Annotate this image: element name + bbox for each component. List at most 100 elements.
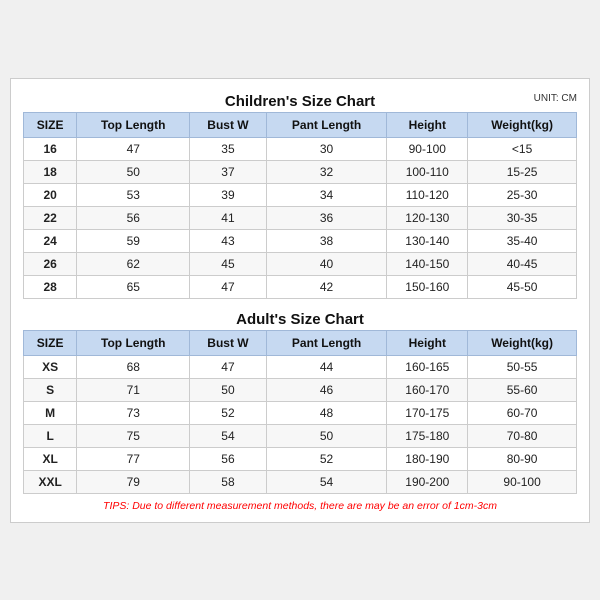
- table-cell: 80-90: [468, 447, 577, 470]
- table-cell: 20: [24, 183, 77, 206]
- table-cell: 56: [190, 447, 266, 470]
- table-cell: 15-25: [468, 160, 577, 183]
- table-cell: 77: [77, 447, 190, 470]
- table-cell: 175-180: [387, 424, 468, 447]
- table-cell: 180-190: [387, 447, 468, 470]
- chart-container: Children's Size Chart UNIT: CM SIZE Top …: [10, 78, 590, 523]
- table-cell: 40: [266, 252, 387, 275]
- table-cell: XS: [24, 355, 77, 378]
- table-cell: 43: [190, 229, 266, 252]
- table-cell: 30-35: [468, 206, 577, 229]
- table-row: 22564136120-13030-35: [24, 206, 577, 229]
- col-header-weight-a: Weight(kg): [468, 330, 577, 355]
- children-header-row: SIZE Top Length Bust W Pant Length Heigh…: [24, 112, 577, 137]
- table-cell: 25-30: [468, 183, 577, 206]
- table-cell: 47: [77, 137, 190, 160]
- table-cell: 62: [77, 252, 190, 275]
- table-row: M735248170-17560-70: [24, 401, 577, 424]
- table-cell: 100-110: [387, 160, 468, 183]
- table-row: 18503732100-11015-25: [24, 160, 577, 183]
- table-cell: <15: [468, 137, 577, 160]
- table-row: XL775652180-19080-90: [24, 447, 577, 470]
- table-cell: 54: [190, 424, 266, 447]
- table-cell: 52: [190, 401, 266, 424]
- col-header-size-c: SIZE: [24, 112, 77, 137]
- table-cell: 90-100: [468, 470, 577, 493]
- table-cell: 45: [190, 252, 266, 275]
- table-cell: 44: [266, 355, 387, 378]
- table-cell: M: [24, 401, 77, 424]
- table-cell: 110-120: [387, 183, 468, 206]
- table-cell: 18: [24, 160, 77, 183]
- table-cell: 22: [24, 206, 77, 229]
- table-cell: 58: [190, 470, 266, 493]
- table-cell: 54: [266, 470, 387, 493]
- adult-title-text: Adult's Size Chart: [236, 311, 364, 328]
- table-row: S715046160-17055-60: [24, 378, 577, 401]
- table-cell: 37: [190, 160, 266, 183]
- col-header-weight-c: Weight(kg): [468, 112, 577, 137]
- adult-section-title: Adult's Size Chart: [23, 307, 577, 330]
- children-section-title: Children's Size Chart UNIT: CM: [23, 89, 577, 112]
- table-cell: 140-150: [387, 252, 468, 275]
- table-cell: 70-80: [468, 424, 577, 447]
- table-cell: 120-130: [387, 206, 468, 229]
- table-cell: 28: [24, 275, 77, 298]
- col-header-size-a: SIZE: [24, 330, 77, 355]
- table-cell: 40-45: [468, 252, 577, 275]
- col-header-height-c: Height: [387, 112, 468, 137]
- table-cell: 30: [266, 137, 387, 160]
- children-title-text: Children's Size Chart: [225, 93, 375, 110]
- table-cell: 170-175: [387, 401, 468, 424]
- table-cell: 47: [190, 275, 266, 298]
- table-cell: 90-100: [387, 137, 468, 160]
- table-cell: 53: [77, 183, 190, 206]
- table-cell: 75: [77, 424, 190, 447]
- col-header-pantlength-c: Pant Length: [266, 112, 387, 137]
- table-row: 1647353090-100<15: [24, 137, 577, 160]
- table-cell: XXL: [24, 470, 77, 493]
- table-cell: 73: [77, 401, 190, 424]
- table-cell: 50: [266, 424, 387, 447]
- table-cell: 50-55: [468, 355, 577, 378]
- adult-size-table: SIZE Top Length Bust W Pant Length Heigh…: [23, 330, 577, 494]
- unit-label: UNIT: CM: [534, 93, 577, 104]
- table-cell: 16: [24, 137, 77, 160]
- table-cell: 39: [190, 183, 266, 206]
- table-row: L755450175-18070-80: [24, 424, 577, 447]
- col-header-toplength-c: Top Length: [77, 112, 190, 137]
- table-row: XS684744160-16550-55: [24, 355, 577, 378]
- table-cell: 130-140: [387, 229, 468, 252]
- table-cell: 41: [190, 206, 266, 229]
- col-header-pantlength-a: Pant Length: [266, 330, 387, 355]
- table-cell: 50: [190, 378, 266, 401]
- col-header-height-a: Height: [387, 330, 468, 355]
- table-row: 20533934110-12025-30: [24, 183, 577, 206]
- table-cell: 46: [266, 378, 387, 401]
- table-cell: 24: [24, 229, 77, 252]
- table-cell: 65: [77, 275, 190, 298]
- table-cell: 36: [266, 206, 387, 229]
- table-cell: 59: [77, 229, 190, 252]
- table-cell: 56: [77, 206, 190, 229]
- table-cell: 35: [190, 137, 266, 160]
- table-cell: 71: [77, 378, 190, 401]
- children-size-table: SIZE Top Length Bust W Pant Length Heigh…: [23, 112, 577, 299]
- table-cell: 38: [266, 229, 387, 252]
- table-cell: 47: [190, 355, 266, 378]
- table-cell: 42: [266, 275, 387, 298]
- table-cell: 32: [266, 160, 387, 183]
- tips-text: TIPS: Due to different measurement metho…: [23, 500, 577, 512]
- table-row: 28654742150-16045-50: [24, 275, 577, 298]
- table-cell: 48: [266, 401, 387, 424]
- table-cell: 79: [77, 470, 190, 493]
- table-cell: 55-60: [468, 378, 577, 401]
- table-cell: 160-170: [387, 378, 468, 401]
- table-cell: 26: [24, 252, 77, 275]
- table-row: XXL795854190-20090-100: [24, 470, 577, 493]
- table-cell: 45-50: [468, 275, 577, 298]
- table-cell: 35-40: [468, 229, 577, 252]
- table-row: 26624540140-15040-45: [24, 252, 577, 275]
- table-cell: 150-160: [387, 275, 468, 298]
- col-header-toplength-a: Top Length: [77, 330, 190, 355]
